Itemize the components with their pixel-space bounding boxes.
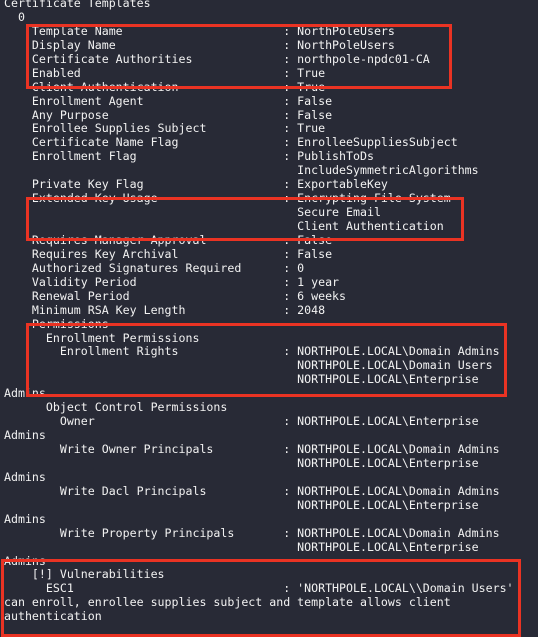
terminal-output: Certificate Templates 0 Template Name : … <box>4 0 514 624</box>
terminal-line: Extended Key Usage : Encrypting File Sys… <box>4 191 451 206</box>
terminal-line: Certificate Authorities : northpole-npdc… <box>4 51 430 66</box>
terminal-line: [!] Vulnerabilities <box>4 567 165 582</box>
terminal-line: Enrollment Flag : PublishToDs <box>4 149 374 164</box>
terminal-line: NORTHPOLE.LOCAL\Enterprise <box>4 539 479 554</box>
terminal-line: Any Purpose : False <box>4 107 333 122</box>
terminal-line: Enrollment Agent : False <box>4 93 333 108</box>
terminal-line: NORTHPOLE.LOCAL\Enterprise <box>4 497 479 512</box>
terminal-line: Authorized Signatures Required : 0 <box>4 260 305 275</box>
terminal-line: NORTHPOLE.LOCAL\Enterprise <box>4 455 479 470</box>
terminal-line: Admins <box>4 428 46 443</box>
terminal-line: Requires Key Archival : False <box>4 246 333 261</box>
terminal-window: Certificate Templates 0 Template Name : … <box>0 0 538 637</box>
terminal-line: ESC1 : 'NORTHPOLE.LOCAL\\Domain Users' <box>4 581 514 596</box>
terminal-line: Validity Period : 1 year <box>4 274 340 289</box>
terminal-line: Display Name : NorthPoleUsers <box>4 37 395 52</box>
terminal-line: Write Property Principals : NORTHPOLE.LO… <box>4 525 500 540</box>
terminal-line: Write Owner Principals : NORTHPOLE.LOCAL… <box>4 442 500 456</box>
terminal-line: can enroll, enrollee supplies subject an… <box>4 595 451 610</box>
terminal-line: Enabled : True <box>4 65 326 80</box>
terminal-line: Owner : NORTHPOLE.LOCAL\Enterprise <box>4 414 479 429</box>
terminal-line: Admins <box>4 553 46 568</box>
terminal-line: Admins <box>4 469 46 484</box>
terminal-line: Certificate Templates <box>4 0 151 10</box>
terminal-line: Template Name : NorthPoleUsers <box>4 23 395 38</box>
terminal-line: Object Control Permissions <box>4 400 228 415</box>
terminal-line: Client Authentication <box>4 219 444 233</box>
terminal-line: Enrollment Permissions <box>4 330 200 345</box>
terminal-line: Requires Manager Approval : False <box>4 232 333 247</box>
terminal-line: Enrollee Supplies Subject : True <box>4 121 326 136</box>
terminal-line: Admins <box>4 511 46 526</box>
terminal-line: Write Dacl Principals : NORTHPOLE.LOCAL\… <box>4 483 500 498</box>
terminal-line: Certificate Name Flag : EnrolleeSupplies… <box>4 135 458 150</box>
terminal-line: Secure Email <box>4 205 381 220</box>
terminal-line: Permissions <box>4 316 109 331</box>
terminal-line: Enrollment Rights : NORTHPOLE.LOCAL\Doma… <box>4 344 500 359</box>
terminal-line: Private Key Flag : ExportableKey <box>4 177 388 192</box>
terminal-line: NORTHPOLE.LOCAL\Domain Users <box>4 358 493 373</box>
terminal-line: NORTHPOLE.LOCAL\Enterprise <box>4 372 479 387</box>
terminal-line: IncludeSymmetricAlgorithms <box>4 163 479 178</box>
terminal-line: Client Authentication : True <box>4 79 326 94</box>
terminal-line: Minimum RSA Key Length : 2048 <box>4 302 326 317</box>
terminal-line: 0 <box>4 9 25 24</box>
terminal-line: Renewal Period : 6 weeks <box>4 288 347 303</box>
terminal-line: Admins <box>4 386 46 401</box>
terminal-line: authentication <box>4 609 102 624</box>
